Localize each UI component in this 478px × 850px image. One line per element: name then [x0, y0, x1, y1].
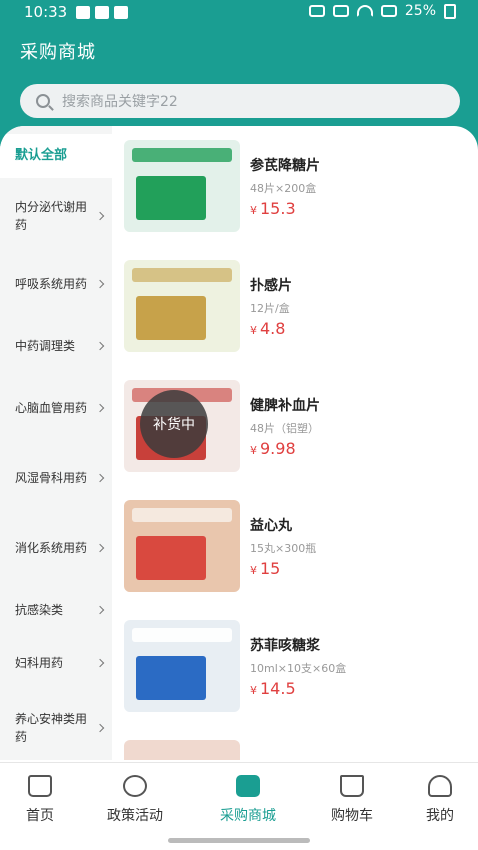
- mute-icon: [332, 5, 349, 17]
- search-placeholder: 搜索商品关键字22: [62, 94, 178, 110]
- chevron-right-icon: [95, 723, 105, 733]
- product-name: 扑感片: [250, 278, 292, 294]
- product-spec: 15丸×300瓶: [250, 542, 317, 555]
- product-price: ¥15.3: [250, 199, 296, 218]
- store-icon: [236, 775, 260, 797]
- product-card[interactable]: 益心丸 15丸×300瓶 ¥15: [124, 500, 464, 594]
- sidebar-item-label: 中药调理类: [15, 339, 76, 353]
- sidebar-item-label: 呼吸系统用药: [15, 277, 88, 291]
- battery-icon: [444, 3, 456, 19]
- tab-label: 首页: [26, 808, 54, 824]
- product-image[interactable]: [124, 260, 240, 352]
- chevron-right-icon: [95, 341, 105, 351]
- sidebar-item-rheumatic[interactable]: 风湿骨科用药: [0, 450, 112, 506]
- tab-home[interactable]: 首页: [0, 775, 88, 825]
- check-notification-icon: [114, 6, 128, 19]
- product-price: ¥9.98: [250, 439, 296, 458]
- cart-icon: [340, 775, 364, 797]
- sidebar-item-sedative[interactable]: 养心安神类用药: [0, 700, 112, 756]
- home-indicator[interactable]: [168, 838, 310, 843]
- product-image[interactable]: [124, 500, 240, 592]
- tab-profile[interactable]: 我的: [392, 775, 478, 825]
- tab-label: 购物车: [331, 808, 373, 824]
- signal-icon: [380, 5, 397, 17]
- product-image[interactable]: [124, 740, 240, 760]
- star-icon: [123, 775, 147, 797]
- product-price: ¥14.5: [250, 679, 296, 698]
- shield-notification-icon: [95, 6, 109, 19]
- status-time: 10:33: [24, 3, 68, 21]
- sidebar-item-label: 消化系统用药: [15, 541, 88, 555]
- user-icon: [428, 775, 452, 797]
- product-card[interactable]: 参芪降糖片 48片×200盒 ¥15.3: [124, 140, 464, 234]
- sidebar-item-label: 抗感染类: [15, 603, 64, 617]
- product-card[interactable]: 扑感片 12片/盒 ¥4.8: [124, 260, 464, 354]
- content-panel: 默认全部 内分泌代谢用药 呼吸系统用药 中药调理类 心脑血管用药 风湿骨科用药 …: [0, 126, 478, 760]
- product-image[interactable]: [124, 620, 240, 712]
- chevron-right-icon: [95, 403, 105, 413]
- chevron-right-icon: [95, 211, 105, 221]
- battery-text: 25%: [404, 3, 436, 19]
- sidebar-item-anti-infection[interactable]: 抗感染类: [0, 590, 112, 630]
- key-icon: [308, 5, 325, 17]
- page-title: 采购商城: [20, 42, 96, 63]
- tab-label: 政策活动: [107, 808, 163, 824]
- chevron-right-icon: [95, 605, 105, 615]
- sidebar-item-label: 默认全部: [15, 148, 68, 163]
- category-sidebar[interactable]: 默认全部 内分泌代谢用药 呼吸系统用药 中药调理类 心脑血管用药 风湿骨科用药 …: [0, 126, 112, 760]
- product-name: 苏菲咳糖浆: [250, 638, 320, 654]
- chevron-right-icon: [95, 473, 105, 483]
- search-icon: [36, 94, 50, 108]
- product-spec: 48片（铝塑）: [250, 422, 319, 435]
- product-name: 参芪降糖片: [250, 158, 320, 174]
- chevron-right-icon: [95, 543, 105, 553]
- product-card-partial[interactable]: [124, 740, 464, 760]
- product-image[interactable]: [124, 140, 240, 232]
- product-image[interactable]: 补货中: [124, 380, 240, 472]
- chevron-right-icon: [95, 279, 105, 289]
- chevron-right-icon: [95, 658, 105, 668]
- image-notification-icon: [76, 6, 90, 19]
- notification-icons: [76, 6, 128, 19]
- sidebar-item-all[interactable]: 默认全部: [0, 134, 112, 178]
- sidebar-item-label: 养心安神类用药: [15, 712, 88, 744]
- tab-store[interactable]: 采购商城: [200, 775, 296, 825]
- product-price: ¥15: [250, 559, 281, 578]
- sidebar-item-respiratory[interactable]: 呼吸系统用药: [0, 256, 112, 312]
- tab-cart[interactable]: 购物车: [304, 775, 400, 825]
- sidebar-item-label: 妇科用药: [15, 656, 64, 670]
- wifi-icon: [356, 5, 373, 17]
- home-icon: [28, 775, 52, 797]
- search-input[interactable]: 搜索商品关键字22: [20, 84, 460, 118]
- product-card[interactable]: 补货中 健脾补血片 48片（铝塑） ¥9.98: [124, 380, 464, 474]
- product-spec: 10ml×10支×60盒: [250, 662, 347, 675]
- product-price: ¥4.8: [250, 319, 286, 338]
- product-name: 健脾补血片: [250, 398, 320, 414]
- restock-badge: 补货中: [140, 390, 208, 458]
- bottom-tab-bar: 首页 政策活动 采购商城 购物车 我的: [0, 762, 478, 850]
- product-spec: 48片×200盒: [250, 182, 317, 195]
- sidebar-item-label: 风湿骨科用药: [15, 471, 88, 485]
- status-bar: 10:33 25%: [0, 0, 478, 26]
- tab-label: 我的: [426, 808, 454, 824]
- tab-policy[interactable]: 政策活动: [87, 775, 183, 825]
- sidebar-item-gynecology[interactable]: 妇科用药: [0, 642, 112, 684]
- sidebar-item-digestive[interactable]: 消化系统用药: [0, 520, 112, 576]
- sidebar-item-tcm[interactable]: 中药调理类: [0, 324, 112, 368]
- sidebar-item-cardio[interactable]: 心脑血管用药: [0, 380, 112, 436]
- sidebar-item-label: 心脑血管用药: [15, 401, 88, 415]
- sidebar-item-endocrine[interactable]: 内分泌代谢用药: [0, 188, 112, 244]
- status-right: 25%: [308, 3, 456, 19]
- sidebar-item-label: 内分泌代谢用药: [15, 200, 88, 232]
- tab-label: 采购商城: [220, 808, 276, 824]
- product-name: 益心丸: [250, 518, 292, 534]
- product-spec: 12片/盒: [250, 302, 290, 315]
- product-card[interactable]: 苏菲咳糖浆 10ml×10支×60盒 ¥14.5: [124, 620, 464, 714]
